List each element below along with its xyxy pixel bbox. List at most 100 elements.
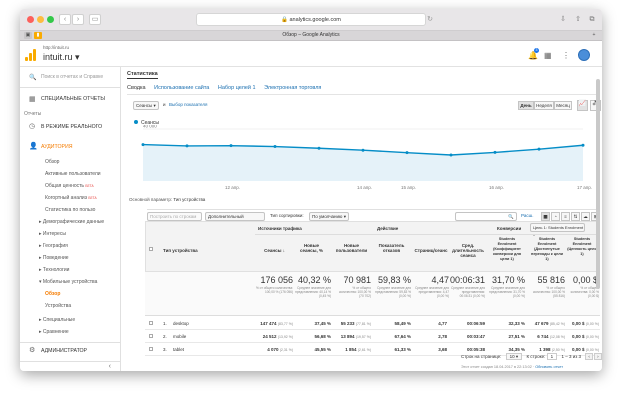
back-button[interactable]: ‹: [59, 14, 71, 25]
sidebar-realtime[interactable]: В РЕЖИМЕ РЕАЛЬНОГО: [20, 124, 120, 131]
col-bounce-rate[interactable]: Показатель отказов: [375, 243, 408, 253]
sidebar-item-demographics[interactable]: ▸ Демографические данные: [20, 219, 120, 226]
account-url[interactable]: http://intuit.ru: [43, 45, 69, 50]
prev-page-button[interactable]: ‹: [585, 353, 593, 360]
sidebar-item-cohort[interactable]: Когортный анализ БЕТА: [20, 195, 120, 202]
tab-explorer[interactable]: Статистика: [127, 71, 158, 79]
line-chart-icon[interactable]: 📈: [577, 100, 588, 111]
period-month-button[interactable]: Месяц: [554, 101, 572, 110]
download-icon[interactable]: ⇩: [557, 14, 569, 25]
data-point[interactable]: [449, 153, 453, 157]
performance-view-icon[interactable]: ≡: [561, 212, 570, 221]
data-point[interactable]: [273, 145, 277, 149]
pie-view-icon[interactable]: ◔: [551, 212, 560, 221]
data-point[interactable]: [581, 143, 585, 147]
col-conversions[interactable]: Students Enrolment (Достигнутые переходы…: [529, 237, 565, 262]
sidebar-item-devices[interactable]: Устройства: [20, 303, 120, 310]
sidebar-item-lifetime-value[interactable]: Общая ценность БЕТА: [20, 183, 120, 190]
period-day-button[interactable]: День: [518, 101, 534, 110]
primary-dimension-value[interactable]: Тип устройства: [173, 197, 205, 202]
goto-row-input[interactable]: 1: [546, 353, 558, 360]
plot-rows-button[interactable]: Построить по строкам: [147, 212, 202, 221]
sidebar-custom-reports[interactable]: СПЕЦИАЛЬНЫЕ ОТЧЕТЫ: [20, 96, 120, 103]
term-cloud-icon[interactable]: ☁: [581, 212, 590, 221]
sidebar-item-geo[interactable]: ▸ География: [20, 243, 120, 250]
close-window-button[interactable]: [27, 16, 34, 23]
subtab-summary[interactable]: Сводка: [127, 85, 146, 91]
refresh-report-link[interactable]: Обновить отчет: [535, 365, 563, 369]
period-week-button[interactable]: Неделя: [534, 101, 554, 110]
subtab-site-usage[interactable]: Использование сайта: [154, 85, 209, 91]
sidebar-search-input[interactable]: Поиск в отчетах и Справке: [20, 71, 120, 83]
collapse-sidebar-button[interactable]: ‹: [20, 361, 120, 371]
sort-type-select[interactable]: По умолчанию ▾: [309, 212, 349, 221]
col-new-sessions[interactable]: Новые сеансы, %: [295, 243, 328, 253]
minimize-window-button[interactable]: [37, 16, 44, 23]
col-conv-rate[interactable]: Students Enrolment (Коэффициент конверси…: [489, 237, 525, 262]
col-pages-per-session[interactable]: Страниц/сеанс: [413, 248, 449, 253]
table-row[interactable]: 1. desktop 147 474 (83,77 %) 37,45 % 55 233 …: [145, 317, 600, 330]
sidebar-item-user-explorer[interactable]: Статистика по пользо: [20, 207, 120, 214]
metric-select[interactable]: Сеансы ▾: [133, 101, 159, 110]
apps-grid-icon[interactable]: ▦: [544, 51, 552, 60]
subtab-ecommerce[interactable]: Электронная торговля: [264, 85, 321, 91]
row-checkbox[interactable]: [149, 334, 153, 338]
account-selector[interactable]: intuit.ru ▾: [43, 52, 80, 63]
sidebar-item-overview[interactable]: Обзор: [20, 159, 120, 166]
tabs-overview-icon[interactable]: ⧉: [586, 14, 598, 25]
row-device[interactable]: mobile: [173, 334, 186, 339]
data-point[interactable]: [361, 148, 365, 152]
goal-select[interactable]: Цель 1: Students Enrolment ▾: [530, 223, 585, 237]
new-tab-icon[interactable]: +: [590, 32, 598, 39]
next-page-button[interactable]: ›: [594, 353, 602, 360]
zoom-window-button[interactable]: [47, 16, 54, 23]
advanced-filter-link[interactable]: Расш.: [521, 213, 533, 218]
col-sessions[interactable]: Сеансы ↓: [255, 248, 285, 253]
table-row[interactable]: 2. mobile 24 512 (13,92 %) 56,68 % 13 894 (1…: [145, 330, 600, 343]
sidebar-admin[interactable]: АДМИНИСТРАТОР: [20, 348, 120, 355]
more-vert-icon[interactable]: ⋮: [562, 51, 570, 60]
sidebar-item-behavior[interactable]: ▸ Поведение: [20, 255, 120, 262]
data-point[interactable]: [537, 147, 541, 151]
col-avg-duration[interactable]: Сред. длительность сеанса: [451, 243, 485, 258]
tab-title[interactable]: Обзор – Google Analytics: [20, 32, 602, 38]
forward-button[interactable]: ›: [72, 14, 84, 25]
col-new-users[interactable]: Новые пользователи: [335, 243, 368, 253]
address-bar[interactable]: 🔒 analytics.google.com: [196, 13, 426, 26]
select-all-checkbox[interactable]: [149, 247, 153, 251]
sidebar-item-interests[interactable]: ▸ Интересы: [20, 231, 120, 238]
sidebar-toggle-icon[interactable]: ▭: [89, 14, 101, 25]
reload-icon[interactable]: ↻: [424, 14, 436, 25]
rows-per-page-select[interactable]: 10 ▾: [505, 353, 523, 360]
comparison-view-icon[interactable]: ⇅: [571, 212, 580, 221]
select-metric-link[interactable]: Выбор показателя: [169, 102, 207, 107]
row-checkbox[interactable]: [149, 321, 153, 325]
col-goal-value[interactable]: Students Enrolment (Ценность цели 1): [565, 237, 599, 257]
data-point[interactable]: [141, 143, 145, 147]
scrollbar[interactable]: [596, 79, 600, 289]
data-point[interactable]: [405, 151, 409, 155]
sidebar-audience[interactable]: АУДИТОРИЯ: [20, 144, 120, 151]
table-search-input[interactable]: 🔍: [455, 212, 517, 221]
sidebar-item-technology[interactable]: ▸ Технологии: [20, 267, 120, 274]
sidebar-item-active-users[interactable]: Активные пользователи: [20, 171, 120, 178]
share-icon[interactable]: ⇧: [572, 14, 584, 25]
data-point[interactable]: [185, 144, 189, 148]
secondary-dimension-select[interactable]: Дополнительный параметр ▾: [205, 212, 265, 226]
subtab-goal-set[interactable]: Набор целей 1: [218, 85, 256, 91]
row-checkbox[interactable]: [149, 347, 153, 351]
sessions-chart[interactable]: 40 00020 00012 апр.14 апр.15 апр.16 апр.…: [133, 125, 601, 193]
data-point[interactable]: [493, 150, 497, 154]
data-point[interactable]: [317, 146, 321, 150]
table-view-icon[interactable]: ▦: [541, 212, 550, 221]
sidebar-item-benchmarking[interactable]: ▸ Сравнение: [20, 329, 120, 336]
avatar[interactable]: [578, 49, 590, 61]
row-device[interactable]: desktop: [173, 321, 189, 326]
sidebar-item-custom[interactable]: ▸ Специальные: [20, 317, 120, 324]
col-device-type[interactable]: Тип устройства: [163, 248, 198, 253]
sidebar-item-mobile-overview[interactable]: Обзор: [20, 291, 120, 298]
row-device[interactable]: tablet: [173, 347, 184, 352]
data-point[interactable]: [229, 144, 233, 148]
analytics-logo-icon[interactable]: [25, 49, 37, 61]
sidebar-item-mobile[interactable]: ▾ Мобильные устройства: [20, 279, 120, 286]
